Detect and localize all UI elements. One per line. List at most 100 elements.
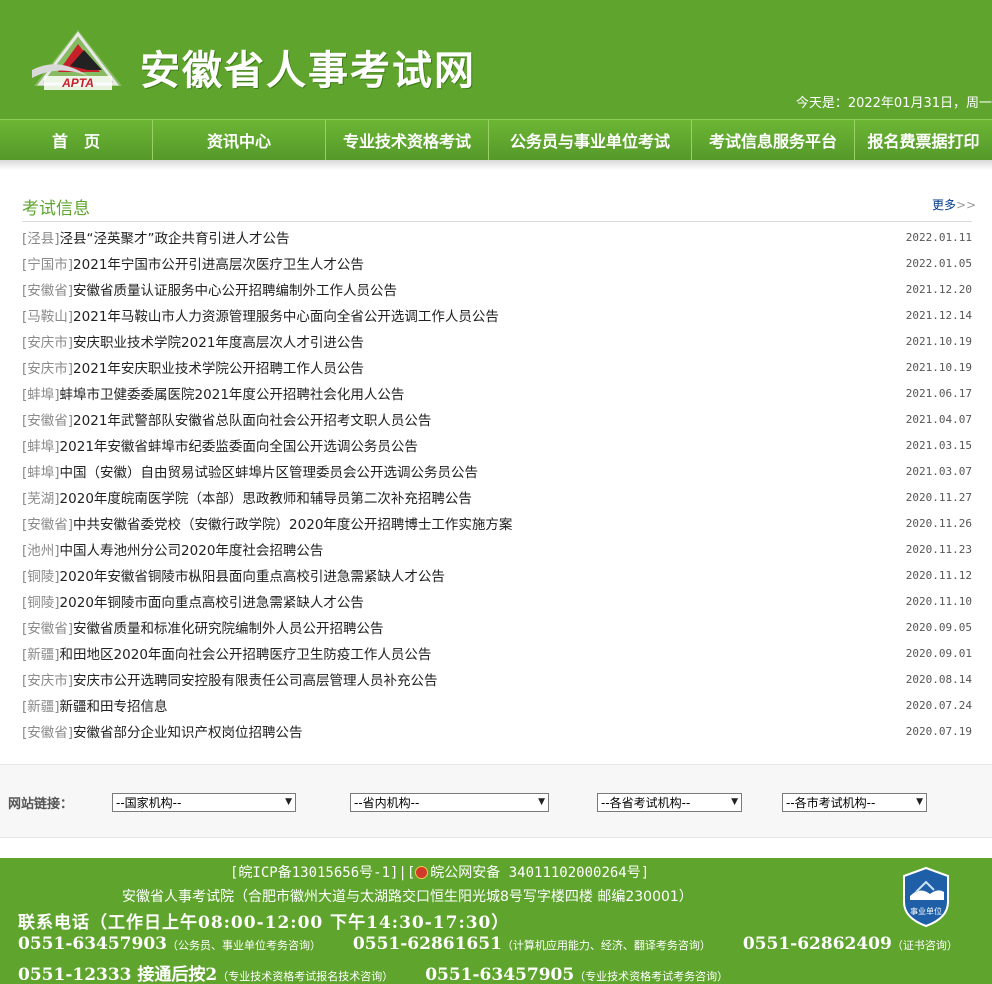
phone-row: 0551-12333 接通后按2（专业技术资格考试报名技术咨询） 0551-63… (18, 960, 728, 984)
phone-note: （计算机应用能力、经济、翻译考务咨询） (501, 939, 711, 952)
list-item: [安庆市] 2021年安庆职业技术学院公开招聘工作人员公告 2021.10.19 (22, 354, 972, 380)
region-tag: [泾县] (22, 231, 60, 247)
double-chevron-icon: >> (956, 198, 977, 212)
news-link[interactable]: [泾县] 泾县“泾英聚才”政企共育引进人才公告 (22, 227, 290, 247)
list-item: [安徽省] 安徽省质量认证服务中心公开招聘编制外工作人员公告 2021.12.20 (22, 276, 972, 302)
select-provincial-agencies[interactable]: --省内机构-- ▼ (350, 793, 549, 812)
section-divider (22, 221, 972, 222)
news-date: 2020.11.26 (905, 516, 972, 530)
list-item: [蚌埠] 中国（安徽）自由贸易试验区蚌埠片区管理委员会公开选调公务员公告 2021.… (22, 458, 972, 484)
footer-hotline: 联系电话（工作日上午08:00-12:00 下午14:30-17:30） (18, 913, 510, 933)
news-link[interactable]: [蚌埠] 中国（安徽）自由贸易试验区蚌埠片区管理委员会公开选调公务员公告 (22, 461, 478, 481)
news-link[interactable]: [安徽省] 中共安徽省委党校（安徽行政学院）2020年度公开招聘博士工作实施方案 (22, 513, 512, 533)
region-tag: [安徽省] (22, 517, 74, 533)
select-city-exam-agencies[interactable]: --各市考试机构-- ▼ (782, 793, 927, 812)
region-tag: [安庆市] (22, 335, 74, 351)
list-item: [安庆市] 安庆职业技术学院2021年度高层次人才引进公告 2021.10.19 (22, 328, 972, 354)
select-provincial-exam-agencies[interactable]: --各省考试机构-- ▼ (597, 793, 742, 812)
region-tag: [蚌埠] (22, 387, 60, 403)
news-link[interactable]: [安庆市] 2021年安庆职业技术学院公开招聘工作人员公告 (22, 357, 364, 377)
news-date: 2020.08.14 (905, 672, 972, 686)
news-link[interactable]: [新疆] 新疆和田专招信息 (22, 695, 168, 715)
site-links-bar: 网站链接： --国家机构-- ▼ --省内机构-- ▼ --各省考试机构-- ▼ --… (0, 764, 992, 838)
icp-record[interactable]: [皖ICP备13015656号-1]|[皖公网安备 34011102000264… (230, 862, 649, 882)
nav-news-center[interactable]: 资讯中心 (153, 120, 326, 160)
news-link[interactable]: [安徽省] 安徽省质量和标准化研究院编制外人员公开招聘公告 (22, 617, 384, 637)
chevron-down-icon: ▼ (916, 797, 923, 807)
site-header: APTA 安徽省人事考试网 今天是：2022年01月31日，周一 (0, 0, 992, 119)
news-link[interactable]: [蚌埠] 2021年安徽省蚌埠市纪委监委面向全国公开选调公务员公告 (22, 435, 418, 455)
region-tag: [铜陵] (22, 569, 60, 585)
phone-row: 0551-63457903（公务员、事业单位考务咨询） 0551-6286165… (18, 934, 958, 954)
news-link[interactable]: [安徽省] 安徽省质量认证服务中心公开招聘编制外工作人员公告 (22, 279, 397, 299)
list-item: [安徽省] 中共安徽省委党校（安徽行政学院）2020年度公开招聘博士工作实施方案 2… (22, 510, 972, 536)
news-date: 2020.11.10 (905, 594, 972, 608)
news-link[interactable]: [铜陵] 2020年安徽省铜陵市枞阳县面向重点高校引进急需紧缺人才公告 (22, 565, 445, 585)
news-date: 2020.11.23 (905, 542, 972, 556)
region-tag: [安徽省] (22, 413, 74, 429)
news-link[interactable]: [马鞍山] 2021年马鞍山市人力资源管理服务中心面向全省公开选调工作人员公告 (22, 305, 499, 325)
list-item: [铜陵] 2020年铜陵市面向重点高校引进急需紧缺人才公告 2020.11.10 (22, 588, 972, 614)
news-link[interactable]: [池州] 中国人寿池州分公司2020年度社会招聘公告 (22, 539, 323, 559)
news-date: 2022.01.05 (905, 256, 972, 270)
region-tag: [池州] (22, 543, 60, 559)
news-date: 2021.03.07 (905, 464, 972, 478)
news-date: 2021.12.20 (905, 282, 972, 296)
news-link[interactable]: [安徽省] 2021年武警部队安徽省总队面向社会公开招考文职人员公告 (22, 409, 431, 429)
news-date: 2020.11.12 (905, 568, 972, 582)
nav-civil-servant-exam[interactable]: 公务员与事业单位考试 (489, 120, 692, 160)
more-link[interactable]: 更多>> (932, 196, 976, 213)
news-link[interactable]: [铜陵] 2020年铜陵市面向重点高校引进急需紧缺人才公告 (22, 591, 364, 611)
list-item: [蚌埠] 蚌埠市卫健委委属医院2021年度公开招聘社会化用人公告 2021.06.1… (22, 380, 972, 406)
news-link[interactable]: [安庆市] 安庆市公开选聘同安控股有限责任公司高层管理人员补充公告 (22, 669, 438, 689)
news-link[interactable]: [新疆] 和田地区2020年面向社会公开招聘医疗卫生防疫工作人员公告 (22, 643, 431, 663)
region-tag: [蚌埠] (22, 465, 60, 481)
news-date: 2020.11.27 (905, 490, 972, 504)
list-item: [芜湖] 2020年度皖南医学院（本部）思政教师和辅导员第二次补充招聘公告 2020… (22, 484, 972, 510)
region-tag: [蚌埠] (22, 439, 60, 455)
apta-logo[interactable]: APTA (28, 26, 126, 94)
region-tag: [安徽省] (22, 283, 74, 299)
section-title: 考试信息 (22, 199, 90, 219)
region-tag: [马鞍山] (22, 309, 74, 325)
news-date: 2021.10.19 (905, 360, 972, 374)
region-tag: [新疆] (22, 647, 60, 663)
news-date: 2021.03.15 (905, 438, 972, 452)
nav-home[interactable]: 首 页 (0, 120, 153, 160)
nav-professional-qualification[interactable]: 专业技术资格考试 (326, 120, 489, 160)
region-tag: [宁国市] (22, 257, 74, 273)
select-national-agencies[interactable]: --国家机构-- ▼ (112, 793, 296, 812)
phone-note: （专业技术资格考试报名技术咨询） (217, 970, 394, 983)
links-label: 网站链接： (8, 797, 74, 812)
news-link[interactable]: [安徽省] 安徽省部分企业知识产权岗位招聘公告 (22, 721, 303, 741)
news-link[interactable]: [芜湖] 2020年度皖南医学院（本部）思政教师和辅导员第二次补充招聘公告 (22, 487, 472, 507)
list-item: [安庆市] 安庆市公开选聘同安控股有限责任公司高层管理人员补充公告 2020.08.… (22, 666, 972, 692)
nav-exam-service-platform[interactable]: 考试信息服务平台 (692, 120, 855, 160)
phone-number: 0551-63457903 (18, 934, 167, 954)
nav-receipt-print[interactable]: 报名费票据打印 (855, 120, 992, 160)
list-item: [泾县] 泾县“泾英聚才”政企共育引进人才公告 2022.01.11 (22, 224, 972, 250)
region-tag: [安庆市] (22, 673, 74, 689)
region-tag: [铜陵] (22, 595, 60, 611)
region-tag: [安徽省] (22, 621, 74, 637)
news-link[interactable]: [安庆市] 安庆职业技术学院2021年度高层次人才引进公告 (22, 331, 364, 351)
phone-note: （公务员、事业单位考务咨询） (167, 939, 321, 952)
site-footer: [皖ICP备13015656号-1]|[皖公网安备 34011102000264… (0, 858, 992, 984)
news-link[interactable]: [蚌埠] 蚌埠市卫健委委属医院2021年度公开招聘社会化用人公告 (22, 383, 404, 403)
public-institution-badge-icon[interactable]: 事业单位 (900, 866, 952, 928)
phone-number: 0551-12333 接通后按2 (18, 965, 218, 984)
list-item: [铜陵] 2020年安徽省铜陵市枞阳县面向重点高校引进急需紧缺人才公告 2020.1… (22, 562, 972, 588)
list-item: [新疆] 新疆和田专招信息 2020.07.24 (22, 692, 972, 718)
region-tag: [新疆] (22, 699, 60, 715)
main-nav: 首 页 资讯中心 专业技术资格考试 公务员与事业单位考试 考试信息服务平台 报名… (0, 119, 992, 160)
news-date: 2020.09.01 (905, 646, 972, 660)
news-date: 2021.10.19 (905, 334, 972, 348)
news-link[interactable]: [宁国市] 2021年宁国市公开引进高层次医疗卫生人才公告 (22, 253, 364, 273)
phone-note: （专业技术资格考试考务咨询） (574, 970, 729, 983)
region-tag: [安庆市] (22, 361, 74, 377)
current-date: 今天是：2022年01月31日，周一 (795, 96, 992, 111)
news-date: 2021.06.17 (905, 386, 972, 400)
news-date: 2020.09.05 (905, 620, 972, 634)
phone-number: 0551-62861651 (352, 934, 502, 954)
phone-number: 0551-63457905 (425, 965, 575, 984)
